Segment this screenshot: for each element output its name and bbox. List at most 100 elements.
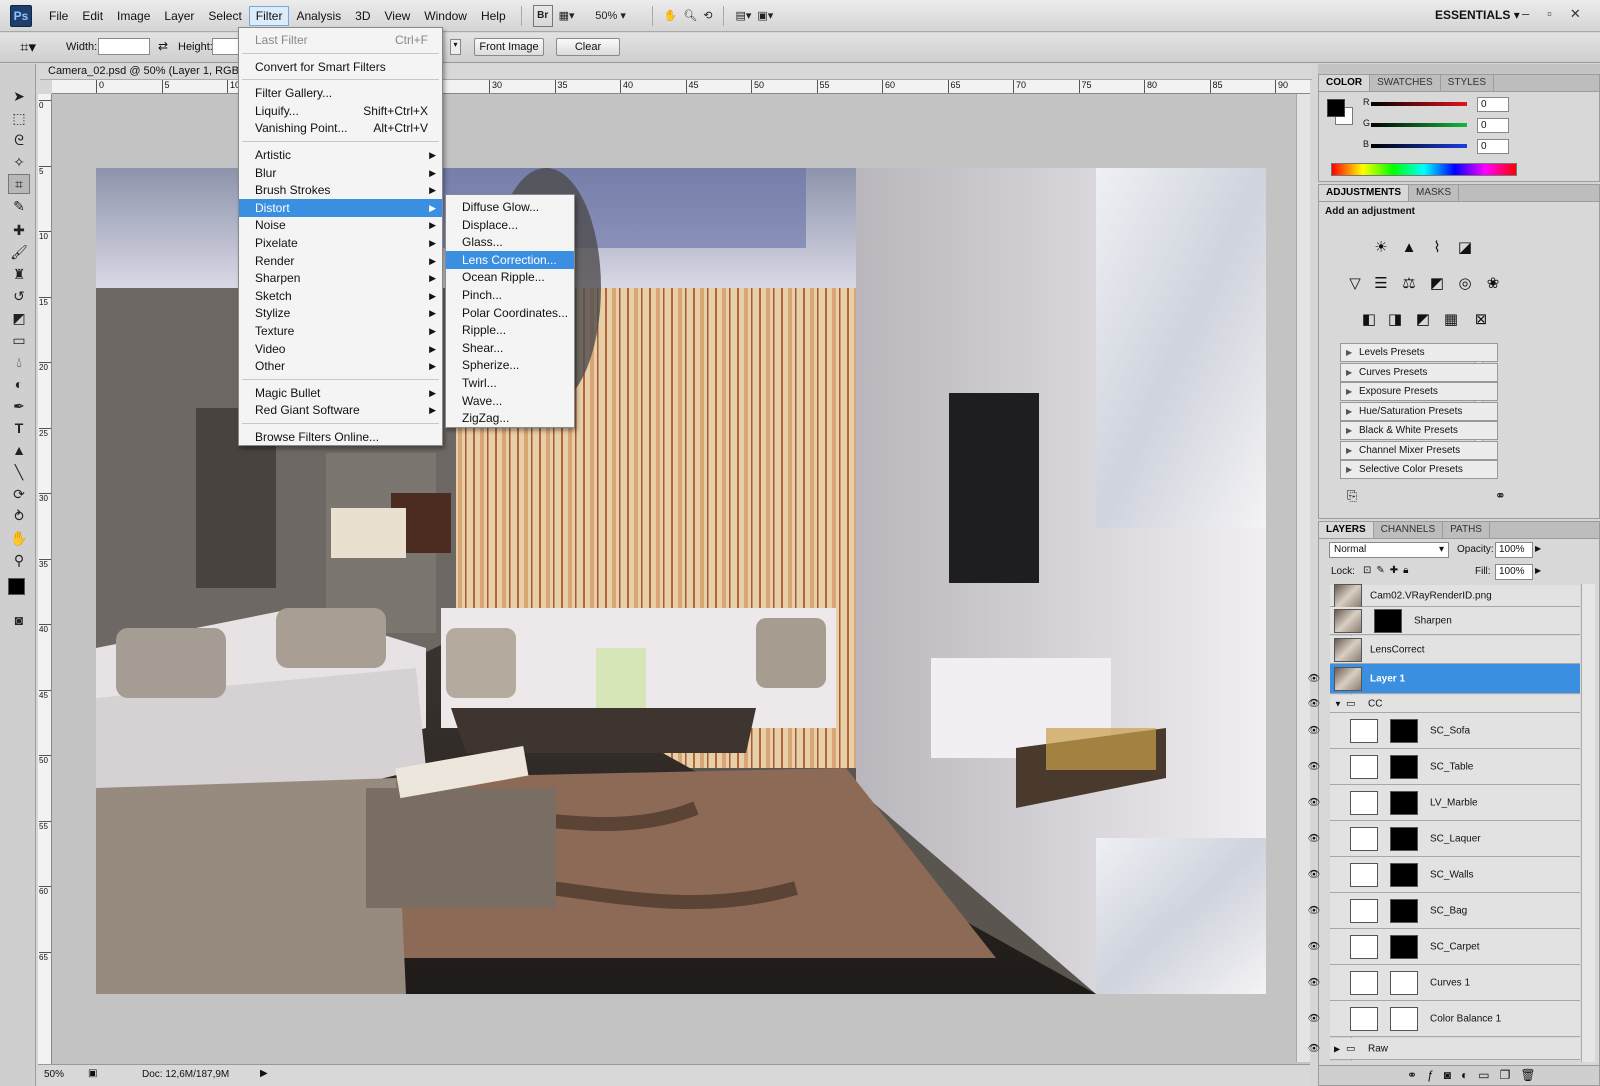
tab-adjustments[interactable]: ADJUSTMENTS [1319, 185, 1410, 201]
posterize-icon[interactable]: ◨ [1385, 309, 1405, 329]
visibility-eye-icon[interactable]: 👁︎ [1305, 869, 1323, 880]
distort-menu-item[interactable]: Glass... [446, 233, 574, 251]
layer-row[interactable]: 👁︎ SC_Carpet [1308, 929, 1580, 965]
hand-tool-icon[interactable]: ✋ [8, 528, 30, 548]
visibility-eye-icon[interactable]: 👁︎ [1305, 797, 1323, 808]
menu-view[interactable]: View [377, 6, 417, 26]
layer-row[interactable]: 👁︎ SC_Sofa [1308, 713, 1580, 749]
opacity-arrow[interactable]: ▶ [1535, 544, 1541, 553]
close-icon[interactable]: ✕ [1570, 6, 1581, 22]
gradient-tool-icon[interactable]: ▭ [8, 330, 30, 350]
visibility-eye-icon[interactable]: 👁︎ [1305, 725, 1323, 736]
distort-menu-item[interactable]: Displace... [446, 216, 574, 234]
channel-slider[interactable] [1371, 144, 1467, 148]
arrange-documents-icon[interactable]: ▤▾ [735, 5, 751, 27]
minimize-icon[interactable]: – [1522, 6, 1529, 22]
filter-menu-item[interactable]: Convert for Smart Filters [239, 58, 442, 76]
pen-tool-icon[interactable]: ✒ [8, 396, 30, 416]
layer-row[interactable]: Sharpen [1330, 607, 1580, 635]
layer-row[interactable]: 👁︎ Layer 1 [1308, 664, 1580, 694]
levels-icon[interactable]: ▲ [1399, 237, 1419, 257]
distort-menu-item[interactable]: Wave... [446, 392, 574, 410]
brush-tool-icon[interactable]: 🖌︎ [8, 242, 30, 262]
menu-edit[interactable]: Edit [75, 6, 110, 26]
zoom-dropdown[interactable]: 50% ▾ [581, 5, 641, 27]
return-icon[interactable]: ⎘ [1347, 488, 1357, 504]
distort-menu-item[interactable]: Diffuse Glow... [446, 198, 574, 216]
distort-menu-item[interactable]: ZigZag... [446, 409, 574, 427]
layer-mask-thumbnail[interactable] [1390, 826, 1418, 851]
status-menu-arrow[interactable]: ▶ [260, 1068, 268, 1079]
selective-color-icon-b[interactable]: ⊠ [1471, 309, 1491, 329]
filter-menu-item[interactable]: Filter Gallery... [239, 84, 442, 102]
layers-scrollbar[interactable] [1581, 584, 1595, 1062]
black-white-icon[interactable]: ◩ [1427, 273, 1447, 293]
status-icon[interactable]: ▣ [88, 1068, 97, 1079]
workspace-switcher[interactable]: ESSENTIALS ▾ [1435, 8, 1520, 22]
layer-row[interactable]: 👁︎ LV_Marble [1308, 785, 1580, 821]
magic-wand-tool-icon[interactable]: ✧ [8, 152, 30, 172]
visibility-eye-icon[interactable]: 👁︎ [1305, 673, 1323, 684]
group-expand-icon[interactable]: ▼ [1334, 699, 1342, 708]
channel-value-input[interactable]: 0 [1477, 97, 1509, 112]
opacity-input[interactable]: 100% [1495, 542, 1533, 558]
color-spectrum-bar[interactable] [1331, 163, 1517, 176]
clip-icon[interactable]: ⚭ [1495, 488, 1506, 504]
fill-arrow[interactable]: ▶ [1535, 566, 1541, 575]
clear-button[interactable]: Clear [556, 38, 620, 56]
adjustment-preset-item[interactable]: Levels Presets [1340, 343, 1498, 362]
3d-rotate-tool-icon[interactable]: ⟳ [8, 484, 30, 504]
layer-row[interactable]: 👁︎ Color Balance 1 [1308, 1001, 1580, 1037]
filter-menu-item[interactable]: Blur ▶ [239, 164, 442, 182]
hand-icon[interactable]: ✋ [664, 5, 678, 27]
photo-filter-icon[interactable]: ◎ [1455, 273, 1475, 293]
lasso-tool-icon[interactable]: ᘓ [8, 130, 30, 150]
filter-menu-item[interactable]: Sketch ▶ [239, 287, 442, 305]
layer-mask-thumbnail[interactable] [1390, 862, 1418, 887]
layer-row[interactable]: 👁︎ SC_Laquer [1308, 821, 1580, 857]
menu-layer[interactable]: Layer [157, 6, 201, 26]
curves-icon[interactable]: ⌇ [1427, 237, 1447, 257]
fx-icon[interactable]: ƒ [1427, 1068, 1444, 1082]
blur-tool-icon[interactable]: 💧︎ [8, 352, 30, 372]
channel-slider[interactable] [1371, 102, 1467, 106]
threshold-icon[interactable]: ◩ [1413, 309, 1433, 329]
quick-mask-icon[interactable]: ◙ [8, 610, 30, 630]
marquee-tool-icon[interactable]: ⬚ [8, 108, 30, 128]
channel-value-input[interactable]: 0 [1477, 118, 1509, 133]
hue-saturation-icon[interactable]: ☰ [1371, 273, 1391, 293]
layer-mask-thumbnail[interactable] [1390, 934, 1418, 959]
layer-mask-thumbnail[interactable] [1390, 754, 1418, 779]
eraser-tool-icon[interactable]: ◩ [8, 308, 30, 328]
menu-image[interactable]: Image [110, 6, 157, 26]
vertical-scrollbar[interactable] [1296, 94, 1310, 1062]
healing-brush-tool-icon[interactable]: ✚ [8, 220, 30, 240]
clone-stamp-tool-icon[interactable]: ♜ [8, 264, 30, 284]
adjustment-preset-item[interactable]: Hue/Saturation Presets [1340, 401, 1498, 421]
zoom-tool-icon[interactable]: ⚲ [8, 550, 30, 570]
filter-menu-item[interactable]: Distort ▶ [239, 198, 442, 217]
layer-mask-thumbnail[interactable] [1390, 718, 1418, 743]
distort-menu-item[interactable]: Ripple... [446, 321, 574, 339]
visibility-eye-icon[interactable]: 👁︎ [1305, 833, 1323, 844]
menu-select[interactable]: Select [201, 6, 248, 26]
menu-help[interactable]: Help [474, 6, 513, 26]
document-tab[interactable]: Camera_02.psd @ 50% (Layer 1, RGB/8) [40, 64, 1312, 80]
tab-masks[interactable]: MASKS [1409, 185, 1460, 201]
layer-row[interactable]: Cam02.VRayRenderID.png [1330, 583, 1580, 608]
adjustment-preset-item[interactable]: Selective Color Presets [1340, 460, 1498, 479]
adjustment-preset-item[interactable]: Black & White Presets [1340, 421, 1498, 440]
menu-file[interactable]: File [42, 6, 75, 26]
filter-menu-item[interactable]: Stylize ▶ [239, 304, 442, 322]
layer-row[interactable]: LensCorrect [1330, 636, 1580, 664]
layer-mask-thumbnail[interactable] [1390, 790, 1418, 815]
screen-mode-icon[interactable]: ▣▾ [757, 5, 773, 27]
crop-tool-icon[interactable]: ⌗ [8, 174, 30, 194]
history-brush-tool-icon[interactable]: ↺ [8, 286, 30, 306]
adjustment-preset-item[interactable]: Channel Mixer Presets [1340, 440, 1498, 460]
layer-group-row[interactable]: 👁︎ ▶ ▭ Raw [1308, 1038, 1580, 1060]
layer-row[interactable]: 👁︎ SC_Table [1308, 749, 1580, 785]
extras-icon[interactable]: ▦▾ [559, 5, 575, 27]
bridge-button[interactable]: Br [532, 4, 553, 27]
menu-analysis[interactable]: Analysis [289, 6, 348, 26]
